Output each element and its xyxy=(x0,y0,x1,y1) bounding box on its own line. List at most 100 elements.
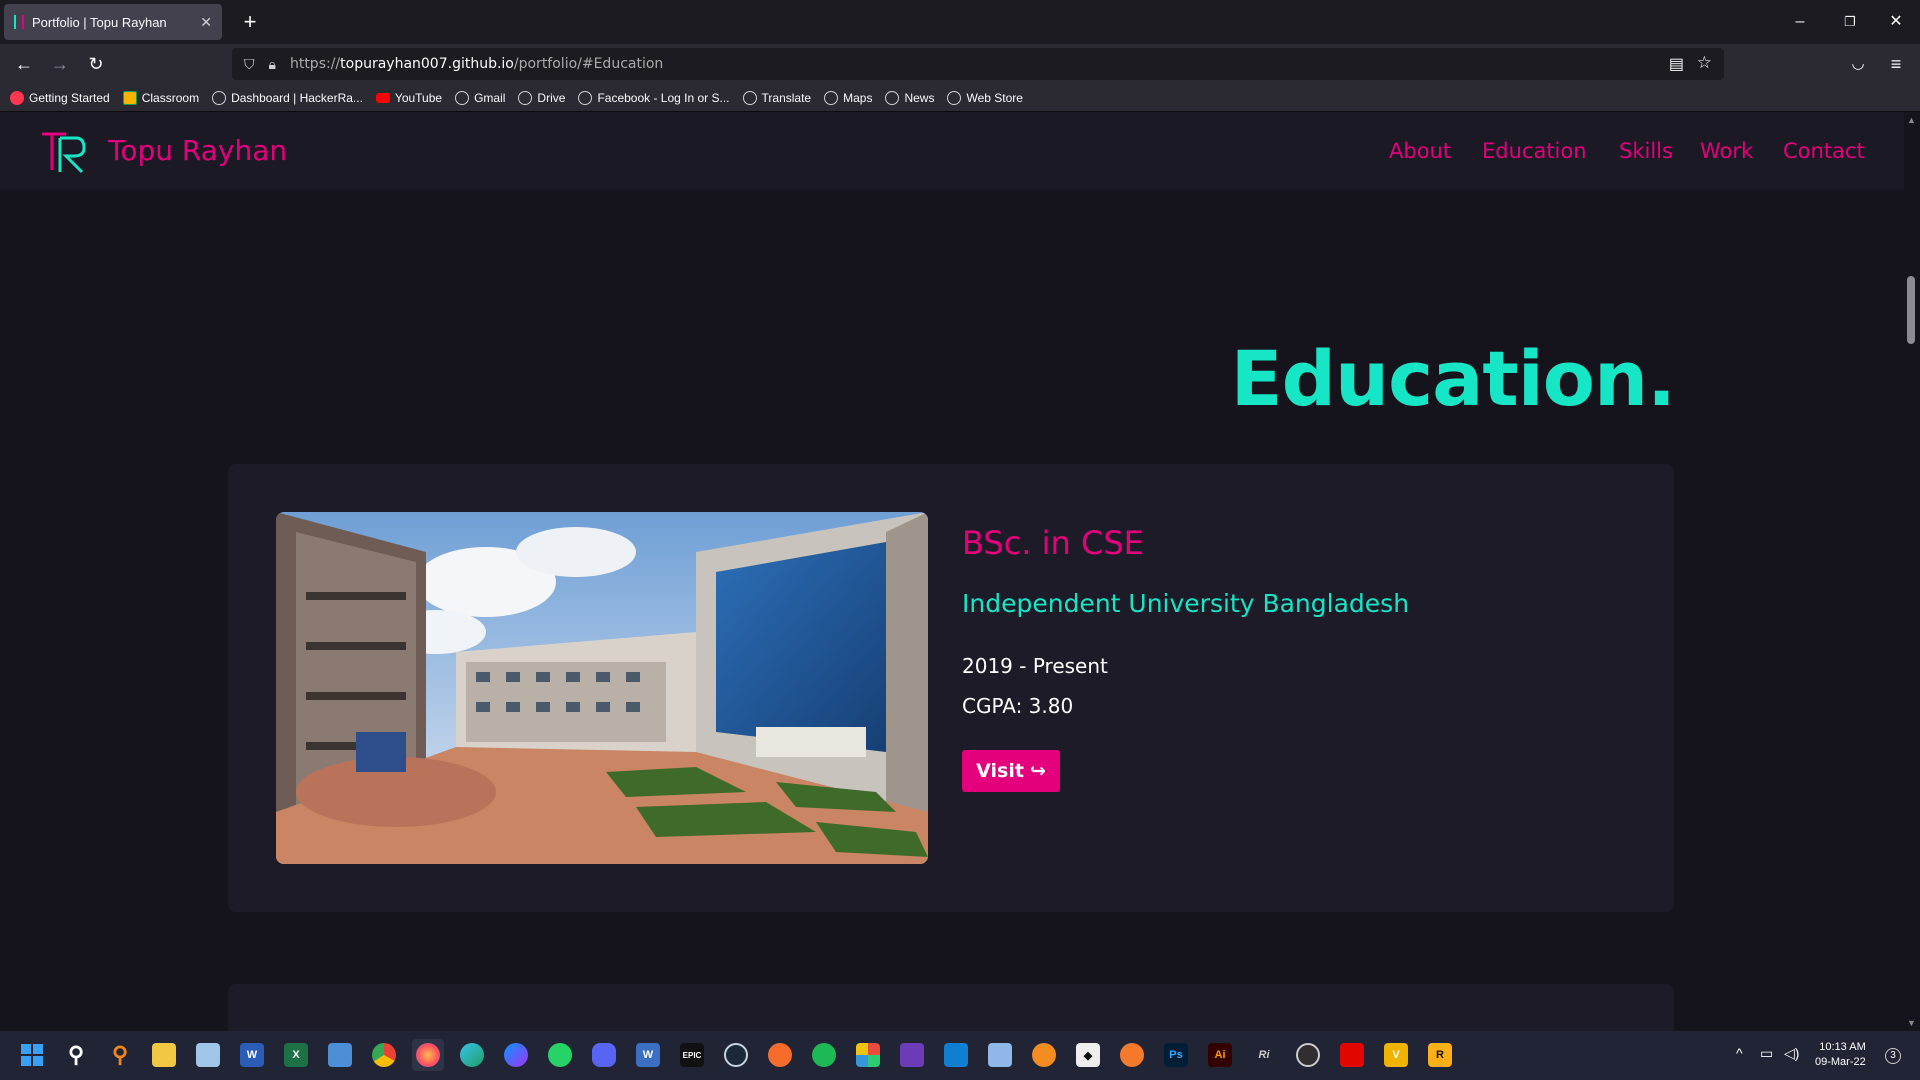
nav-contact[interactable]: Contact xyxy=(1783,139,1865,163)
globe-icon xyxy=(518,90,533,105)
v-app-icon[interactable]: V xyxy=(1380,1039,1412,1071)
blender-icon[interactable] xyxy=(1116,1039,1148,1071)
degree-title: BSc. in CSE xyxy=(962,524,1144,562)
nav-work[interactable]: Work xyxy=(1700,139,1753,163)
globe-icon xyxy=(455,90,470,105)
nav-skills[interactable]: Skills xyxy=(1619,139,1673,163)
bookmark-label: Drive xyxy=(537,90,566,105)
after-effects-icon[interactable]: Ri xyxy=(1248,1039,1280,1071)
url-prefix: https:// xyxy=(289,56,341,72)
scrollbar-thumb[interactable] xyxy=(1907,276,1915,344)
messenger-icon[interactable] xyxy=(500,1039,532,1071)
network-icon[interactable]: ▭ xyxy=(1760,1045,1773,1062)
start-icon[interactable] xyxy=(16,1039,48,1071)
globe-icon xyxy=(578,90,593,105)
edge-icon[interactable] xyxy=(456,1039,488,1071)
file-manager-icon[interactable] xyxy=(324,1039,356,1071)
notification-badge[interactable]: 3 xyxy=(1885,1048,1901,1064)
illustrator-icon[interactable]: Ai xyxy=(1204,1039,1236,1071)
whatsapp-icon[interactable] xyxy=(544,1039,576,1071)
clock-time: 10:13 AM xyxy=(1819,1041,1866,1053)
visit-button[interactable]: Visit ↪ xyxy=(962,750,1060,792)
forward-icon[interactable]: → xyxy=(46,50,74,78)
spotify-icon[interactable] xyxy=(808,1039,840,1071)
chrome-icon[interactable] xyxy=(368,1039,400,1071)
bookmark-news[interactable]: News xyxy=(885,90,934,105)
search-icon[interactable]: ⚲ xyxy=(60,1039,92,1071)
education-years: 2019 - Present xyxy=(962,654,1108,678)
bookmark-gmail[interactable]: Gmail xyxy=(455,90,505,105)
bookmark-star-icon[interactable]: ☆ xyxy=(1697,53,1712,73)
bookmark-classroom[interactable]: Classroom xyxy=(122,90,200,105)
f1-game-icon[interactable] xyxy=(1336,1039,1368,1071)
taskbar-clock[interactable]: 10:13 AM 09-Mar-22 xyxy=(1815,1040,1866,1070)
scroll-down-icon[interactable]: ▼ xyxy=(1907,1018,1916,1028)
url-text[interactable]: https://topurayhan007.github.io/portfoli… xyxy=(290,56,663,72)
bookmark-drive[interactable]: Drive xyxy=(518,90,566,105)
bookmark-hackerrank[interactable]: Dashboard | HackerRa... xyxy=(212,90,363,105)
close-window-button[interactable]: ✕ xyxy=(1876,8,1916,36)
unity-icon[interactable]: ◆ xyxy=(1072,1039,1104,1071)
discord-icon[interactable] xyxy=(588,1039,620,1071)
word-icon[interactable]: W xyxy=(236,1039,268,1071)
photoshop-icon[interactable]: Ps xyxy=(1160,1039,1192,1071)
sublime-icon[interactable] xyxy=(1028,1039,1060,1071)
nav-about[interactable]: About xyxy=(1389,139,1451,163)
minimize-button[interactable]: – xyxy=(1780,8,1820,36)
back-icon[interactable]: ← xyxy=(10,50,38,78)
bookmark-getting-started[interactable]: Getting Started xyxy=(10,90,110,105)
classroom-icon xyxy=(122,90,137,105)
web-page: Topu Rayhan About Education Skills Work … xyxy=(0,112,1904,1031)
scroll-up-icon[interactable]: ▲ xyxy=(1907,115,1916,125)
visual-studio-icon[interactable] xyxy=(896,1039,928,1071)
steam-icon[interactable] xyxy=(720,1039,752,1071)
menu-icon[interactable]: ≡ xyxy=(1882,50,1910,78)
epic-games-icon[interactable]: EPIC xyxy=(676,1039,708,1071)
nav-education[interactable]: Education xyxy=(1482,139,1587,163)
globe-icon xyxy=(885,90,900,105)
reader-view-icon[interactable]: ▤ xyxy=(1669,54,1684,74)
section-title: Education. xyxy=(1230,334,1676,423)
education-card: BSc. in CSE Independent University Bangl… xyxy=(228,464,1674,912)
site-brand[interactable]: Topu Rayhan xyxy=(108,134,287,167)
pocket-icon[interactable]: ◡ xyxy=(1844,50,1872,78)
recycle-bin-icon[interactable] xyxy=(192,1039,224,1071)
globe-icon xyxy=(824,90,839,105)
new-tab-button[interactable]: + xyxy=(236,8,264,36)
excel-icon[interactable]: X xyxy=(280,1039,312,1071)
tracking-shield-icon[interactable]: ⛉ xyxy=(244,56,255,73)
volume-icon[interactable]: ◁) xyxy=(1784,1045,1799,1062)
reload-icon[interactable]: ↻ xyxy=(82,50,110,78)
origin-icon[interactable] xyxy=(764,1039,796,1071)
virtualbox-icon[interactable] xyxy=(984,1039,1016,1071)
visit-label: Visit xyxy=(976,760,1024,782)
bookmark-youtube[interactable]: YouTube xyxy=(375,91,442,105)
browser-toolbar: ← → ↻ ⛉ 🔒︎ https://topurayhan007.github.… xyxy=(0,44,1920,84)
browser-tab[interactable]: Portfolio | Topu Rayhan ✕ xyxy=(4,4,222,40)
tab-title: Portfolio | Topu Rayhan xyxy=(32,14,167,30)
bookmark-web-store[interactable]: Web Store xyxy=(947,90,1023,105)
site-logo-icon[interactable] xyxy=(40,128,88,174)
lock-icon[interactable]: 🔒︎ xyxy=(269,56,276,73)
address-bar[interactable]: ⛉ 🔒︎ https://topurayhan007.github.io/por… xyxy=(232,48,1724,80)
file-explorer-icon[interactable] xyxy=(148,1039,180,1071)
bookmark-maps[interactable]: Maps xyxy=(824,90,872,105)
bookmark-translate[interactable]: Translate xyxy=(742,90,811,105)
vscode-icon[interactable] xyxy=(940,1039,972,1071)
firefox-icon[interactable] xyxy=(412,1039,444,1071)
globe-icon xyxy=(947,90,962,105)
rockstar-icon[interactable]: R xyxy=(1424,1039,1456,1071)
tray-overflow-icon[interactable]: ^ xyxy=(1736,1045,1743,1061)
office-apps-icon[interactable] xyxy=(852,1039,884,1071)
restore-button[interactable]: ❐ xyxy=(1830,8,1870,36)
bookmark-label: Classroom xyxy=(141,90,200,105)
education-cgpa: CGPA: 3.80 xyxy=(962,694,1074,718)
obs-icon[interactable] xyxy=(1292,1039,1324,1071)
tab-close-icon[interactable]: ✕ xyxy=(200,14,212,31)
wordweb-icon[interactable]: W xyxy=(632,1039,664,1071)
bookmark-label: Dashboard | HackerRa... xyxy=(231,90,363,105)
firefox-icon xyxy=(10,90,24,105)
page-scrollbar[interactable] xyxy=(1904,112,1920,1031)
everything-search-icon[interactable]: ⚲ xyxy=(104,1039,136,1071)
bookmark-facebook[interactable]: Facebook - Log In or S... xyxy=(578,90,730,105)
